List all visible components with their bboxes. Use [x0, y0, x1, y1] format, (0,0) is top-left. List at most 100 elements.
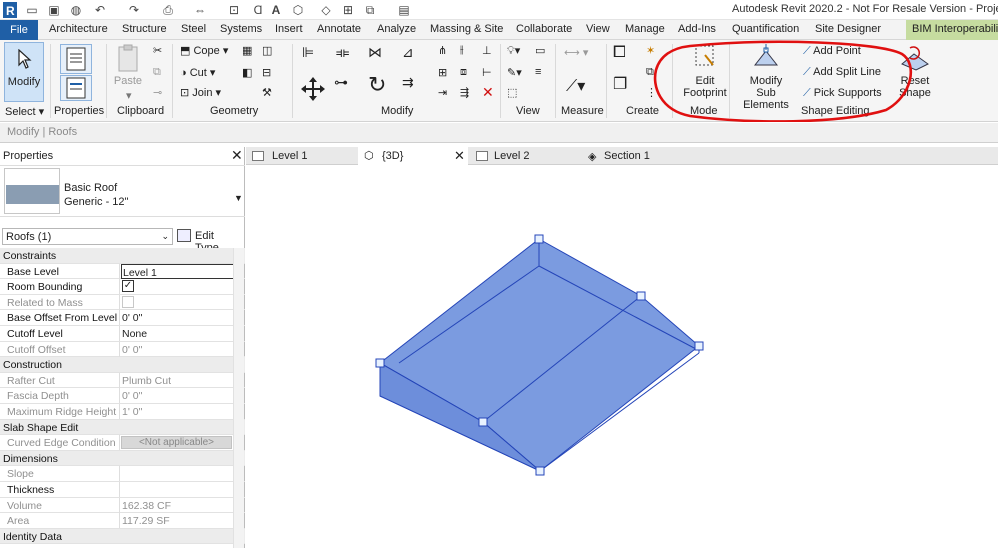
property-value[interactable]: Level 1 [119, 263, 234, 279]
tab-file[interactable]: File [0, 20, 38, 40]
type-selector[interactable]: Basic Roof Generic - 12" ▼ [0, 165, 245, 217]
override-brush-icon[interactable]: ✎▾ [507, 66, 522, 79]
hammer-icon[interactable]: ⚒ [262, 86, 272, 99]
linework-icon[interactable]: ⬚ [507, 86, 517, 99]
split-icon[interactable]: ⋔ [438, 44, 447, 57]
tab-structure[interactable]: Structure [122, 23, 167, 35]
edit-type-button[interactable]: Edit Type [176, 227, 240, 254]
measure-distance-icon[interactable]: ⟷ ▾ [564, 46, 588, 59]
property-value[interactable] [119, 481, 233, 497]
trim-icon[interactable]: ⇉ [402, 74, 414, 91]
property-row[interactable]: Fascia Depth 0' 0" [0, 388, 245, 404]
align-icon[interactable]: ⊫ [302, 44, 314, 61]
paint-icon[interactable]: ◧ [242, 66, 252, 79]
view-tab-3d[interactable]: ⬡ {3D} ✕ [358, 147, 468, 165]
view-tab-section-1[interactable]: ◈ Section 1 [582, 147, 692, 165]
pin-icon[interactable]: ⊥ [482, 44, 492, 57]
property-row[interactable]: Base Level Level 1 [0, 263, 245, 280]
modify-button[interactable]: Modify [4, 42, 44, 102]
scale-icon[interactable]: ⧈ [460, 66, 467, 79]
text-icon[interactable]: A [268, 2, 284, 18]
save-icon[interactable]: ▣ [46, 2, 62, 18]
tag-icon[interactable]: ⊡ [226, 2, 242, 18]
property-row[interactable]: Curved Edge Condition <Not applicable> [0, 435, 245, 451]
redo-icon[interactable]: ↷ [126, 2, 142, 18]
copy-icon[interactable]: ⧉ [153, 66, 161, 79]
unpin-icon[interactable]: ⊢ [482, 66, 492, 79]
property-value[interactable]: ✓ [119, 279, 233, 295]
property-value[interactable]: None [119, 325, 233, 341]
measure-icon[interactable]: ⇔ [192, 2, 208, 18]
cut-clipboard-icon[interactable]: ✂ [153, 44, 162, 57]
property-group-header[interactable]: Slab Shape Edit [0, 419, 245, 436]
property-value[interactable] [119, 294, 233, 310]
property-row[interactable]: Room Bounding ✓ [0, 279, 245, 295]
tab-massing-site[interactable]: Massing & Site [430, 23, 503, 35]
view-tab-level-1[interactable]: Level 1 [246, 147, 356, 165]
property-row[interactable]: Volume 162.38 CF [0, 497, 245, 514]
property-value[interactable]: 0' 0" [119, 310, 233, 326]
shape-handle[interactable] [534, 234, 544, 244]
join-button[interactable]: ⊡ Join ▾ [180, 86, 221, 99]
property-value[interactable]: 162.38 CF [119, 497, 233, 513]
property-group-header[interactable]: Construction⌃ [0, 357, 245, 373]
paste-icon[interactable] [116, 44, 142, 74]
split-gap-icon[interactable]: ⫲ [460, 44, 464, 57]
close-icon[interactable]: ✕ [231, 148, 243, 162]
property-value[interactable]: 0' 0" [119, 341, 233, 357]
paste-dropdown[interactable]: ▾ [126, 89, 132, 102]
tab-site-designer[interactable]: Site Designer [815, 23, 881, 35]
tab-insert[interactable]: Insert [275, 23, 303, 35]
print-icon[interactable]: ⎙ [160, 2, 176, 18]
tab-annotate[interactable]: Annotate [317, 23, 361, 35]
tab-systems[interactable]: Systems [220, 23, 262, 35]
shape-handle[interactable] [694, 341, 704, 351]
aligned-dimension-icon[interactable]: ⟋▾ [566, 76, 585, 96]
split-face-icon[interactable]: ◫ [262, 44, 272, 57]
property-row[interactable]: Area 117.29 SF [0, 513, 245, 529]
mirror-axis-icon[interactable]: ⋈ [368, 44, 382, 61]
tab-quantification[interactable]: Quantification [732, 23, 799, 35]
hide-bulb-icon[interactable]: 💡︎▾ [507, 44, 520, 58]
create-assembly-icon[interactable]: ⧠ [613, 44, 626, 62]
tab-add-ins[interactable]: Add-Ins [678, 23, 716, 35]
text-a-icon[interactable]: Ɑ [250, 2, 266, 18]
create-parts-icon[interactable]: ❐ [613, 74, 627, 94]
view-tab-level-2[interactable]: Level 2 [470, 147, 580, 165]
shape-handle[interactable] [535, 466, 545, 476]
property-value[interactable]: 117.29 SF [119, 513, 233, 529]
section-icon[interactable]: ◇ [318, 2, 334, 18]
property-value[interactable]: 1' 0" [119, 403, 233, 419]
3d-viewport[interactable] [246, 166, 998, 548]
property-value[interactable]: <Not applicable> [119, 435, 233, 451]
chevron-down-icon[interactable]: ▼ [234, 193, 243, 203]
sync-icon[interactable]: ◍ [68, 2, 84, 18]
property-row[interactable]: Related to Mass [0, 294, 245, 311]
tab-view[interactable]: View [586, 23, 610, 35]
property-row[interactable]: Base Offset From Level 0' 0" [0, 310, 245, 326]
select-panel-label[interactable]: Select ▾ [5, 105, 44, 118]
property-row[interactable]: Rafter Cut Plumb Cut [0, 372, 245, 389]
property-group-header[interactable]: Identity Data⌃ [0, 528, 245, 545]
close-icon[interactable]: ✕ [454, 148, 465, 164]
trim-single-icon[interactable]: ⇥ [438, 86, 447, 99]
switch-windows-icon[interactable]: ▤ [396, 2, 412, 18]
property-value[interactable]: Plumb Cut [119, 372, 233, 388]
thin-lines-icon[interactable]: ⊞ [340, 2, 356, 18]
rotate-icon[interactable]: ↻ [368, 72, 386, 98]
copy-modify-icon[interactable]: ⊶ [334, 74, 348, 91]
trim-multiple-icon[interactable]: ⇶ [460, 86, 469, 99]
property-row[interactable]: Maximum Ridge Height 1' 0" [0, 403, 245, 420]
demolish-icon[interactable]: ⊟ [262, 66, 271, 79]
property-row[interactable]: Cutoff Offset 0' 0" [0, 341, 245, 358]
tab-analyze[interactable]: Analyze [377, 23, 416, 35]
revit-logo-icon[interactable]: R [2, 2, 18, 18]
cope-button[interactable]: ⬒ Cope ▾ [180, 44, 228, 57]
property-value[interactable]: 0' 0" [119, 388, 233, 404]
properties-button[interactable] [60, 75, 92, 101]
property-row[interactable]: Cutoff Level None [0, 325, 245, 342]
close-hidden-icon[interactable]: ⧉ [362, 2, 378, 18]
3d-view-icon[interactable]: ⬡ [290, 2, 306, 18]
tab-architecture[interactable]: Architecture [49, 23, 108, 35]
level-dropdown[interactable]: Level 1 [121, 263, 234, 279]
